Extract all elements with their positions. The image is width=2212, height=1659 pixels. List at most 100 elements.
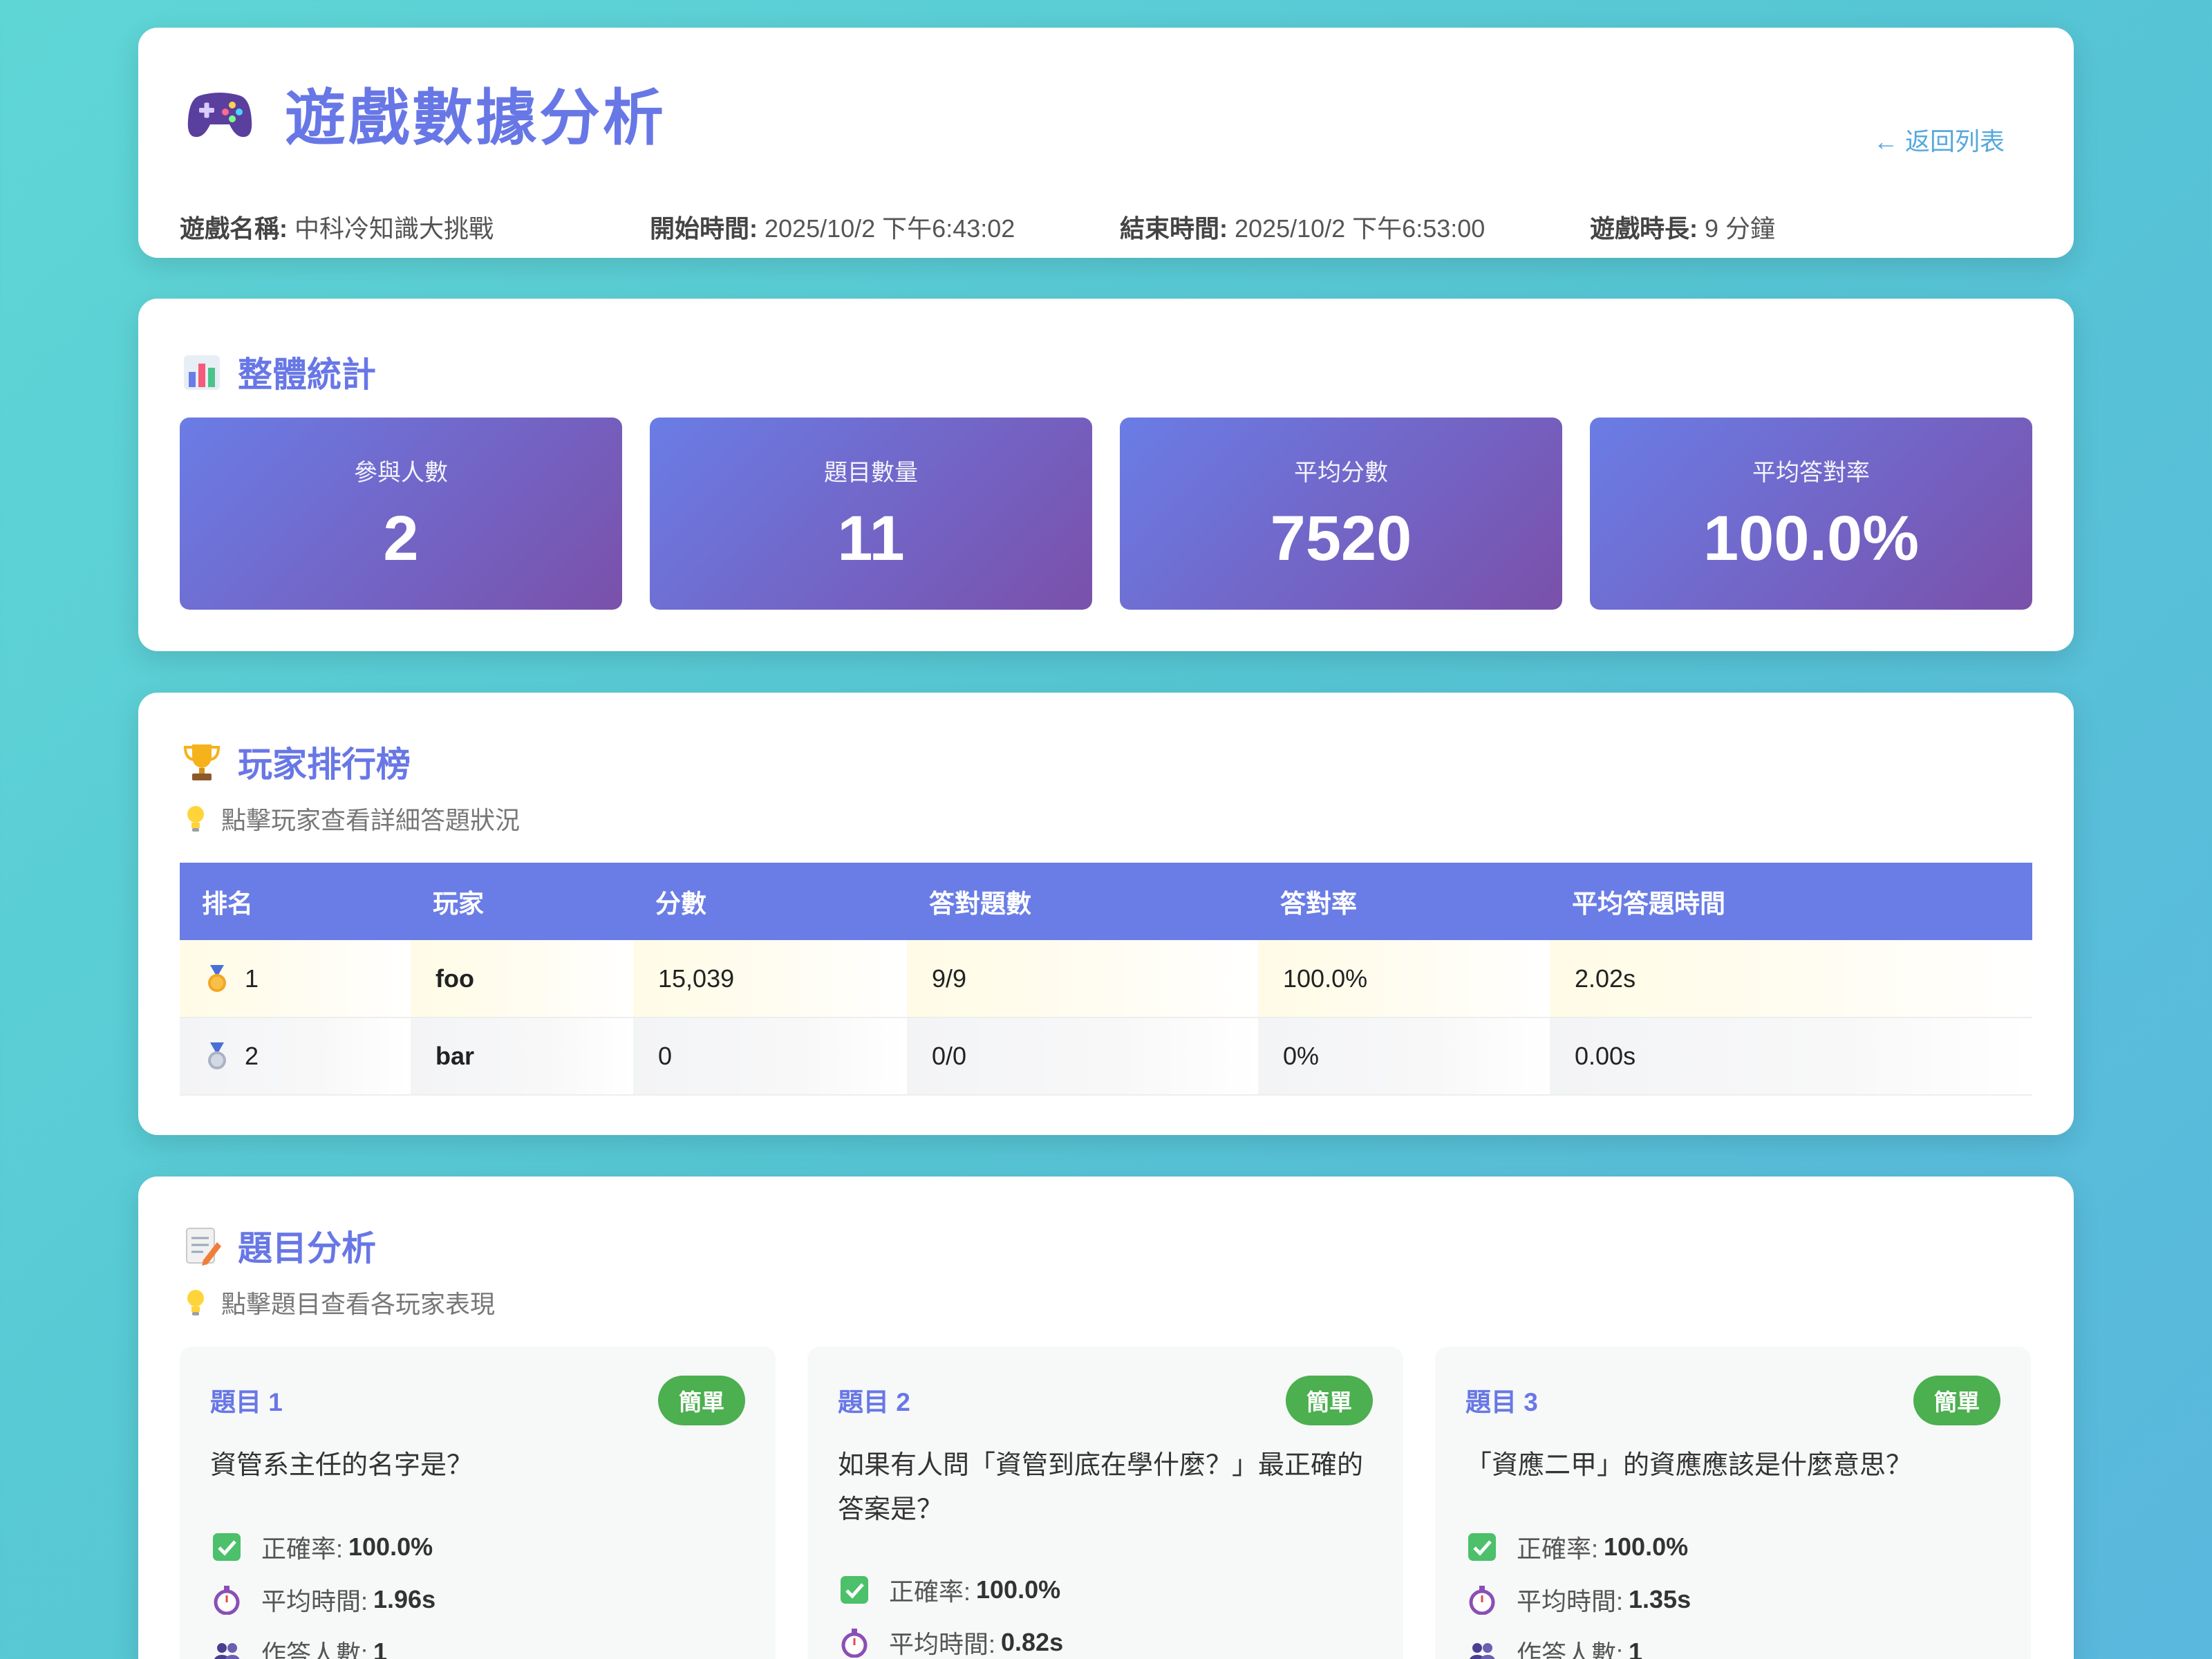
responders-value: 1 xyxy=(1629,1638,1643,1659)
question-card-2[interactable]: 題目 2 簡單 如果有人問「資管到底在學什麼？」最正確的答案是？ 正確率: 10… xyxy=(807,1347,1403,1659)
table-row[interactable]: 2 bar 0 0/0 0% 0.00s xyxy=(180,1018,2032,1096)
responders-label: 作答人數: xyxy=(1517,1640,1624,1659)
column-header-rate: 答對率 xyxy=(1258,863,1550,940)
stopwatch-icon xyxy=(214,1586,240,1615)
difficulty-badge: 簡單 xyxy=(1913,1376,2000,1425)
stat-value: 11 xyxy=(837,503,905,574)
section-title-label: 題目分析 xyxy=(238,1229,376,1268)
users-icon xyxy=(214,1643,240,1659)
column-header-avg-time: 平均答題時間 xyxy=(1550,863,2032,940)
avg-time-stat: 平均時間: 1.96s xyxy=(212,1573,435,1626)
meta-value: 中科冷知識大挑戰 xyxy=(294,214,494,243)
question-text: 資管系主任的名字是？ xyxy=(210,1451,474,1480)
overall-stats-card: 整體統計 參與人數 2 題目數量 11 平均分數 7520 平均答對率 100.… xyxy=(138,299,2074,651)
correct-value: 9/9 xyxy=(907,940,1258,1018)
avg-time-label: 平均時間: xyxy=(889,1630,996,1658)
silver-medal-icon xyxy=(208,1042,226,1069)
avg-time-stat: 平均時間: 1.35s xyxy=(1467,1573,1691,1626)
question-stats: 正確率: 100.0% 平均時間: 0.82s 作答人數: 1 xyxy=(839,1564,1063,1659)
gold-medal-icon xyxy=(208,964,226,992)
section-title-leaderboard: 玩家排行榜 xyxy=(182,737,411,787)
responders-stat: 作答人數: 1 xyxy=(212,1626,435,1659)
stat-label: 參與人數 xyxy=(354,460,448,486)
question-analysis-card: 題目分析 點擊題目查看各玩家表現 題目 1 簡單 資管系主任的名字是？ 正確率:… xyxy=(138,1177,2074,1659)
responders-stat: 作答人數: 1 xyxy=(1467,1626,1691,1659)
meta-label: 遊戲名稱: xyxy=(180,214,288,243)
bar-chart-icon xyxy=(184,355,220,390)
leaderboard-card: 玩家排行榜 點擊玩家查看詳細答題狀況 排名 玩家 分數 答對題數 答對率 平均答… xyxy=(138,693,2074,1135)
lightbulb-icon xyxy=(187,806,204,832)
game-name-meta: 遊戲名稱: 中科冷知識大挑戰 xyxy=(180,209,650,245)
table-row[interactable]: 1 foo 15,039 9/9 100.0% 2.02s xyxy=(180,940,2032,1018)
stat-value: 100.0% xyxy=(1703,503,1920,574)
question-stats: 正確率: 100.0% 平均時間: 1.96s 作答人數: 1 xyxy=(212,1521,435,1659)
accuracy-label: 正確率: xyxy=(889,1577,971,1606)
rank-value: 1 xyxy=(245,964,259,993)
title-row: 遊戲數據分析 xyxy=(187,69,666,157)
questions-hint: 點擊題目查看各玩家表現 xyxy=(185,1284,495,1320)
stat-label: 題目數量 xyxy=(824,460,918,486)
accuracy-stat: 正確率: 100.0% xyxy=(839,1564,1063,1616)
meta-value: 9 分鐘 xyxy=(1705,214,1776,243)
accuracy-value: 100.0% xyxy=(348,1533,433,1561)
column-header-correct: 答對題數 xyxy=(907,863,1258,940)
stat-box-average-score: 平均分數 7520 xyxy=(1120,418,1562,610)
rate-value: 100.0% xyxy=(1258,940,1550,1018)
stat-box-participants: 參與人數 2 xyxy=(180,418,622,610)
score-value: 15,039 xyxy=(633,940,907,1018)
stopwatch-icon xyxy=(1469,1586,1495,1615)
correct-value: 0/0 xyxy=(907,1018,1258,1096)
stat-box-average-accuracy: 平均答對率 100.0% xyxy=(1590,418,2032,610)
avg-time-value: 0.82s xyxy=(1001,1628,1064,1656)
game-meta-row: 遊戲名稱: 中科冷知識大挑戰 開始時間: 2025/10/2 下午6:43:02… xyxy=(180,209,1775,245)
question-card-3[interactable]: 題目 3 簡單 「資應二甲」的資應應該是什麼意思？ 正確率: 100.0% 平均… xyxy=(1435,1347,2031,1659)
header-card: 遊戲數據分析 ← 返回列表 遊戲名稱: 中科冷知識大挑戰 開始時間: 2025/… xyxy=(138,28,2074,258)
rank-cell: 2 xyxy=(180,1018,411,1096)
player-name: foo xyxy=(411,940,633,1018)
leaderboard-hint: 點擊玩家查看詳細答題狀況 xyxy=(185,800,520,836)
stat-label: 平均分數 xyxy=(1294,460,1388,486)
accuracy-label: 正確率: xyxy=(261,1535,344,1563)
column-header-score: 分數 xyxy=(633,863,907,940)
game-controller-icon xyxy=(187,92,252,137)
section-title-label: 整體統計 xyxy=(238,355,376,394)
section-title-label: 玩家排行榜 xyxy=(238,745,411,784)
table-header-row: 排名 玩家 分數 答對題數 答對率 平均答題時間 xyxy=(180,863,2032,940)
score-value: 0 xyxy=(633,1018,907,1096)
duration-meta: 遊戲時長: 9 分鐘 xyxy=(1590,209,1775,245)
hint-label: 點擊題目查看各玩家表現 xyxy=(221,1290,496,1318)
meta-value: 2025/10/2 下午6:53:00 xyxy=(1235,214,1485,243)
users-icon xyxy=(1470,1643,1495,1659)
avg-time-value: 1.96s xyxy=(373,1585,436,1613)
check-mark-icon xyxy=(213,1533,241,1561)
accuracy-value: 100.0% xyxy=(976,1575,1061,1604)
question-stats: 正確率: 100.0% 平均時間: 1.35s 作答人數: 1 xyxy=(1467,1521,1691,1659)
responders-label: 作答人數: xyxy=(261,1640,368,1659)
question-text: 「資應二甲」的資應應該是什麼意思？ xyxy=(1465,1451,1913,1480)
player-name: bar xyxy=(411,1018,633,1096)
stat-box-question-count: 題目數量 11 xyxy=(650,418,1092,610)
check-mark-icon xyxy=(841,1576,868,1604)
accuracy-value: 100.0% xyxy=(1604,1533,1689,1561)
section-title-questions: 題目分析 xyxy=(182,1221,376,1271)
responders-value: 1 xyxy=(373,1638,388,1659)
meta-label: 開始時間: xyxy=(650,214,758,243)
page-title: 遊戲數據分析 xyxy=(285,84,667,152)
stat-value: 7520 xyxy=(1270,503,1412,574)
back-to-list-link[interactable]: ← 返回列表 xyxy=(1873,122,2005,158)
meta-value: 2025/10/2 下午6:43:02 xyxy=(765,214,1015,243)
rank-cell: 1 xyxy=(180,940,411,1018)
question-card-1[interactable]: 題目 1 簡單 資管系主任的名字是？ 正確率: 100.0% 平均時間: 1.9… xyxy=(180,1347,776,1659)
avg-time-stat: 平均時間: 0.82s xyxy=(839,1616,1063,1659)
check-mark-icon xyxy=(1468,1533,1496,1561)
question-text: 如果有人問「資管到底在學什麼？」最正確的答案是？ xyxy=(838,1451,1364,1524)
trophy-icon xyxy=(183,744,221,780)
avg-time-value: 1.35s xyxy=(1629,1585,1691,1613)
avg-time-label: 平均時間: xyxy=(261,1587,368,1615)
difficulty-badge: 簡單 xyxy=(658,1376,745,1425)
leaderboard-table: 排名 玩家 分數 答對題數 答對率 平均答題時間 1 foo 15,039 9/… xyxy=(180,863,2032,1096)
avg-time-value: 0.00s xyxy=(1550,1018,2032,1096)
meta-label: 遊戲時長: xyxy=(1590,214,1698,243)
lightbulb-icon xyxy=(187,1290,204,1315)
accuracy-stat: 正確率: 100.0% xyxy=(1467,1521,1691,1573)
